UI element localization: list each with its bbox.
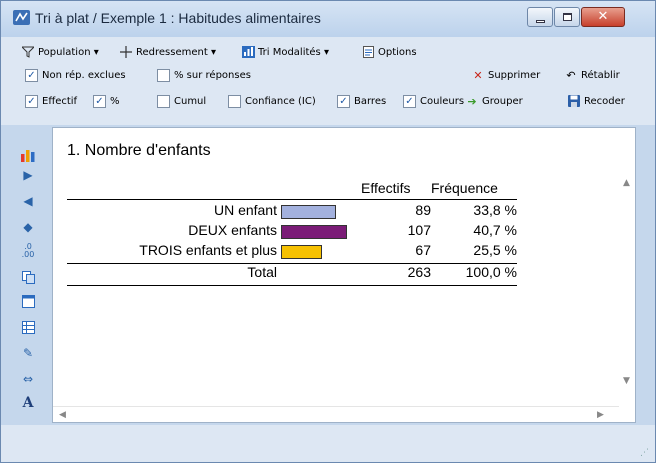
- options-button[interactable]: Options: [361, 43, 417, 61]
- delete-icon: ✕: [473, 68, 483, 82]
- maximize-button[interactable]: [554, 7, 580, 27]
- arrow-right-icon: ➔: [467, 94, 477, 108]
- funnel-icon: [21, 45, 35, 59]
- redressement-menu[interactable]: Redressement ▾: [119, 43, 216, 61]
- scroll-up-icon[interactable]: ▲: [623, 178, 630, 188]
- checkmark-icon: ✓: [337, 94, 350, 108]
- arrow-right-icon[interactable]: ▶: [20, 167, 36, 183]
- chevron-down-icon: ▾: [323, 46, 329, 58]
- checkbox-pct-sur-reponses[interactable]: % sur réponses: [157, 66, 251, 84]
- app-window: Tri à plat / Exemple 1 : Habitudes alime…: [0, 0, 656, 463]
- checkbox-couleurs[interactable]: ✓ Couleurs: [403, 92, 464, 110]
- page-title: 1. Nombre d'enfants: [67, 142, 211, 159]
- status-bar: ⋰: [1, 425, 655, 462]
- horizontal-scrollbar[interactable]: ◀ ▶: [53, 406, 619, 423]
- close-button[interactable]: ✕: [581, 7, 625, 27]
- checkbox-confiance[interactable]: Confiance (IC): [228, 92, 316, 110]
- checkbox-cumul[interactable]: Cumul: [157, 92, 206, 110]
- app-icon: [13, 10, 30, 25]
- scroll-left-icon[interactable]: ◀: [59, 410, 66, 420]
- table-row: DEUX enfants 107 40,7 %: [188, 222, 517, 239]
- scroll-down-icon[interactable]: ▼: [623, 376, 630, 386]
- checkbox-effectif[interactable]: ✓ Effectif: [25, 92, 77, 110]
- sort-icon: [241, 45, 255, 59]
- side-toolbar: ▶ ◀ ◆ .0.00 ✎ ⇔ A: [1, 125, 51, 425]
- toolbar: Population ▾ Redressement ▾ Tri Modalité…: [1, 37, 655, 125]
- minimize-icon: [536, 20, 545, 23]
- bar: [281, 205, 336, 219]
- recoder-button[interactable]: Recoder: [567, 92, 625, 110]
- font-icon[interactable]: A: [20, 395, 36, 411]
- checkmark-icon: ✓: [93, 94, 106, 108]
- supprimer-button[interactable]: ✕ Supprimer: [471, 66, 540, 84]
- col-header-frequence: Fréquence: [431, 180, 498, 196]
- chevron-down-icon: ▾: [93, 46, 99, 58]
- undo-icon: ↶: [566, 68, 576, 82]
- checkmark-icon: ✓: [403, 94, 416, 108]
- checkbox-barres[interactable]: ✓ Barres: [337, 92, 386, 110]
- bar: [281, 225, 347, 239]
- population-menu[interactable]: Population ▾: [21, 43, 99, 61]
- maximize-icon: [563, 13, 572, 21]
- bottom-rule: [67, 285, 517, 286]
- retablir-button[interactable]: ↶ Rétablir: [564, 66, 619, 84]
- window-icon[interactable]: [20, 293, 36, 309]
- close-icon: ✕: [597, 9, 609, 24]
- bar: [281, 245, 322, 259]
- tri-modalites-menu[interactable]: Tri Modalités ▾: [241, 43, 329, 61]
- save-icon: [567, 94, 581, 108]
- checkmark-icon: ✓: [25, 68, 38, 82]
- options-icon: [361, 45, 375, 59]
- table-row: UN enfant 89 33,8 %: [213, 202, 517, 219]
- title-bar[interactable]: Tri à plat / Exemple 1 : Habitudes alime…: [1, 1, 655, 37]
- grouper-button[interactable]: ➔ Grouper: [465, 92, 522, 110]
- arrow-left-icon[interactable]: ◀: [20, 193, 36, 209]
- minimize-button[interactable]: [527, 7, 553, 27]
- table-row: TROIS enfants et plus 67 25,5 %: [139, 242, 517, 259]
- paint-bucket-icon[interactable]: ✎: [20, 345, 36, 361]
- total-row: Total 263 100,0 %: [247, 264, 517, 280]
- decimals-icon[interactable]: .0.00: [20, 243, 36, 259]
- checkmark-icon: ✓: [25, 94, 38, 108]
- window-title: Tri à plat / Exemple 1 : Habitudes alime…: [35, 10, 321, 26]
- vertical-scrollbar[interactable]: ▲ ▼: [619, 128, 636, 406]
- resize-grip-icon[interactable]: ⋰: [640, 448, 649, 458]
- table-icon[interactable]: [20, 319, 36, 335]
- results-panel: 1. Nombre d'enfants Effectifs Fréquence …: [52, 127, 636, 423]
- arrows-horizontal-icon[interactable]: ◆: [20, 219, 36, 235]
- checkbox-percent[interactable]: ✓%: [93, 92, 120, 110]
- col-header-effectifs: Effectifs: [361, 180, 411, 196]
- header-rule: [67, 199, 517, 200]
- copy-icon[interactable]: [20, 269, 36, 285]
- checkbox-non-rep-exclues[interactable]: ✓ Non rép. exclues: [25, 66, 126, 84]
- chevron-down-icon: ▾: [210, 46, 216, 58]
- scroll-right-icon[interactable]: ▶: [597, 410, 604, 420]
- move-icon: [119, 45, 133, 59]
- bar-chart-icon[interactable]: [20, 147, 36, 163]
- resize-width-icon[interactable]: ⇔: [20, 371, 36, 387]
